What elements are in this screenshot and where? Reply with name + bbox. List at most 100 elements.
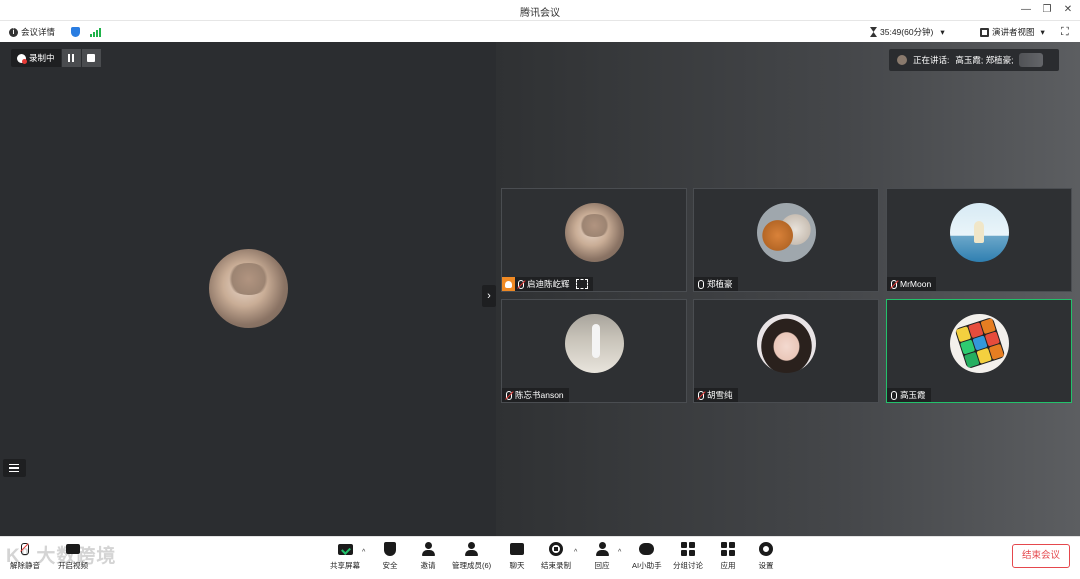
participant-name: 胡雪纯 — [707, 390, 733, 400]
view-mode-label: 演讲者视图 — [992, 27, 1035, 37]
timer-label: 35:49(60分钟) — [880, 27, 934, 37]
recording-indicator: 录制中 — [11, 49, 101, 67]
participant-nameplate: 陈忘书anson — [502, 388, 569, 402]
minimize-button[interactable]: — — [1019, 3, 1033, 17]
participant-avatar — [565, 203, 624, 262]
participant-tile[interactable]: 胡雪纯 — [693, 299, 879, 403]
participant-nameplate: 胡雪纯 — [694, 388, 738, 402]
meeting-details-label: 会议详情 — [21, 27, 56, 37]
participant-avatar — [565, 314, 624, 373]
participant-tile[interactable]: 郑植豪 — [693, 188, 879, 292]
meeting-toolbar: K⁰ 大数跨境 解除静音 开启视频 共享屏幕 ^ 安全 邀请 管理成员(6) 聊… — [0, 536, 1080, 579]
end-meeting-button[interactable]: 结束会议 — [1012, 544, 1070, 568]
window-title: 腾讯会议 — [520, 8, 560, 19]
speaker-avatar — [209, 249, 288, 328]
face-frame-icon — [575, 279, 588, 289]
mic-muted-icon — [891, 279, 897, 289]
close-button[interactable]: ✕ — [1061, 3, 1075, 17]
recording-options-caret[interactable]: ^ — [574, 549, 577, 556]
chat-button[interactable]: 聊天 — [509, 541, 525, 571]
apps-icon — [721, 542, 735, 556]
speaking-indicator: 正在讲话: 高玉霞; 郑植豪; — [889, 49, 1059, 71]
participant-avatar — [757, 203, 816, 262]
record-icon — [549, 542, 563, 556]
participant-name: MrMoon — [900, 279, 932, 289]
participant-name: 高玉霞 — [900, 390, 926, 400]
participant-avatar — [757, 314, 816, 373]
gear-icon — [759, 542, 773, 556]
hourglass-icon — [870, 27, 877, 37]
host-icon — [502, 277, 515, 291]
member-list-toggle[interactable] — [3, 459, 26, 477]
invite-button[interactable]: 邀请 — [420, 541, 436, 571]
speaker-thumbnails — [1019, 53, 1044, 67]
share-options-caret[interactable]: ^ — [362, 549, 365, 556]
security-button[interactable]: 安全 — [382, 541, 398, 571]
security-label: 安全 — [382, 561, 398, 570]
share-screen-button[interactable]: 共享屏幕 — [330, 541, 360, 571]
chevron-down-icon: ▾ — [1040, 26, 1045, 37]
shield-icon — [71, 27, 80, 37]
network-status[interactable] — [90, 25, 101, 39]
ai-assistant-label: AI小助手 — [632, 561, 662, 570]
react-button[interactable]: 回应 — [594, 541, 610, 571]
participant-avatar — [950, 314, 1009, 373]
participant-tile[interactable]: 陈忘书anson — [501, 299, 687, 403]
speaking-names: 高玉霞; 郑植豪; — [955, 55, 1014, 65]
breakout-rooms-button[interactable]: 分组讨论 — [673, 541, 703, 571]
unmute-button[interactable]: 解除静音 — [10, 541, 40, 571]
invite-icon — [421, 542, 435, 556]
camera-off-icon — [65, 541, 81, 557]
speaking-label: 正在讲话: — [913, 55, 950, 65]
react-label: 回应 — [594, 561, 610, 570]
participant-nameplate: 启迪陈屹辉 — [502, 277, 593, 291]
start-video-button[interactable]: 开启视频 — [58, 541, 88, 571]
share-screen-icon — [337, 543, 353, 555]
end-recording-button[interactable]: 结束录制 — [541, 541, 571, 571]
security-status[interactable] — [71, 25, 80, 39]
stop-recording-button[interactable] — [80, 49, 101, 67]
pause-icon — [68, 54, 75, 62]
chevron-down-icon: ▾ — [940, 26, 945, 37]
apps-button[interactable]: 应用 — [720, 541, 736, 571]
restore-button[interactable]: ❐ — [1040, 3, 1054, 17]
mic-muted-icon — [698, 390, 704, 400]
cloud-record-icon — [17, 53, 27, 64]
stop-icon — [87, 54, 96, 62]
participant-nameplate: MrMoon — [887, 277, 937, 291]
layout-icon — [980, 27, 989, 37]
participant-name: 启迪陈屹辉 — [527, 279, 570, 289]
apps-label: 应用 — [720, 561, 736, 570]
video-stage: 录制中 › 正在讲话: 高玉霞; 郑植豪; 启迪陈屹辉 郑植豪 MrMoon 陈… — [0, 42, 1080, 536]
fullscreen-button[interactable]: ⛶ — [1061, 25, 1069, 39]
speaker-pane: 录制中 — [0, 42, 496, 536]
shield-icon — [384, 542, 396, 556]
manage-members-label: 管理成员(6) — [452, 561, 492, 570]
manage-members-button[interactable]: 管理成员(6) — [452, 541, 491, 571]
unmute-label: 解除静音 — [10, 561, 40, 570]
participant-avatar — [950, 203, 1009, 262]
recording-label: 录制中 — [29, 53, 55, 63]
participant-tile[interactable]: MrMoon — [886, 188, 1072, 292]
breakout-icon — [681, 542, 695, 556]
collapse-panel-button[interactable]: › — [482, 285, 496, 307]
meeting-timer[interactable]: 35:49(60分钟) ▾ — [870, 25, 945, 39]
breakout-label: 分组讨论 — [673, 561, 703, 570]
speaker-mini-avatar — [897, 55, 907, 65]
react-icon — [595, 542, 609, 556]
start-video-label: 开启视频 — [58, 561, 88, 570]
meeting-details-button[interactable]: i 会议详情 — [9, 25, 55, 39]
settings-button[interactable]: 设置 — [758, 541, 774, 571]
participant-tile-active-speaker[interactable]: 高玉霞 — [886, 299, 1072, 403]
react-options-caret[interactable]: ^ — [618, 549, 621, 556]
view-mode-dropdown[interactable]: 演讲者视图 ▾ — [980, 25, 1045, 39]
ai-assistant-button[interactable]: AI小助手 — [632, 541, 662, 571]
participant-name: 陈忘书anson — [515, 390, 564, 400]
mic-muted-icon — [506, 390, 512, 400]
info-icon: i — [9, 27, 18, 37]
signal-icon — [90, 27, 101, 37]
participant-tile[interactable]: 启迪陈屹辉 — [501, 188, 687, 292]
pause-recording-button[interactable] — [60, 49, 81, 67]
invite-label: 邀请 — [420, 561, 436, 570]
participant-name: 郑植豪 — [707, 279, 733, 289]
